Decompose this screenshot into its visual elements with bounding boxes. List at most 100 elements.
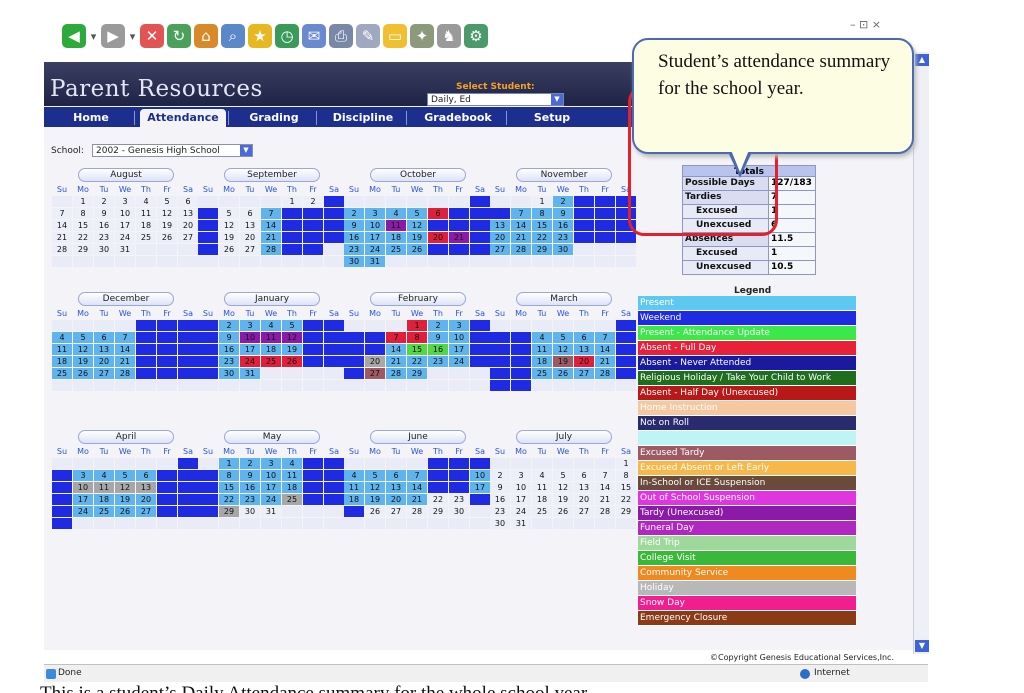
print-icon[interactable]: ⎙ bbox=[329, 24, 353, 48]
calendar-day: 1 bbox=[73, 196, 93, 207]
calendar-day: 5 bbox=[115, 470, 135, 481]
legend-item: Community Service bbox=[638, 566, 856, 581]
calendar-day: 4 bbox=[532, 332, 552, 343]
calendar-empty bbox=[136, 380, 156, 391]
tab-attendance[interactable]: Attendance bbox=[140, 109, 226, 127]
day-header: Th bbox=[579, 185, 589, 194]
month-button[interactable]: May bbox=[224, 430, 320, 444]
calendar-day: 3 bbox=[261, 458, 281, 469]
day-header: Sa bbox=[329, 447, 339, 456]
month-button[interactable]: April bbox=[78, 430, 174, 444]
day-header: We bbox=[118, 185, 132, 194]
month-button[interactable]: December bbox=[78, 292, 174, 306]
search-icon[interactable]: ⌕ bbox=[221, 24, 245, 48]
totals-value: 10.5 bbox=[769, 261, 816, 275]
calendar-day: 12 bbox=[219, 220, 239, 231]
calendar-day: 6 bbox=[303, 320, 323, 331]
back-dropdown-icon[interactable]: ▾ bbox=[89, 30, 98, 43]
calendar-empty bbox=[407, 256, 427, 267]
day-header: Mo bbox=[515, 309, 527, 318]
chevron-down-icon[interactable]: ▼ bbox=[551, 94, 563, 105]
day-header: Su bbox=[348, 447, 360, 456]
calendar-day: 29 bbox=[198, 368, 218, 379]
calendar-empty bbox=[240, 196, 260, 207]
calendar-day: 22 bbox=[407, 356, 427, 367]
calendar-day: 17 bbox=[261, 482, 281, 493]
calendar-empty bbox=[303, 506, 323, 517]
calendar-day: 7 bbox=[511, 208, 531, 219]
day-header: Tu bbox=[245, 309, 255, 318]
calendar-day: 9 bbox=[428, 332, 448, 343]
chevron-down-icon[interactable]: ▼ bbox=[240, 145, 252, 156]
calendar-day: 22 bbox=[428, 494, 448, 505]
tab-gradebook[interactable]: Gradebook bbox=[412, 109, 504, 127]
calendar-day: 7 bbox=[407, 470, 427, 481]
calendar-day: 15 bbox=[219, 482, 239, 493]
scroll-down-icon[interactable]: ▼ bbox=[915, 640, 929, 652]
calendar-day: 28 bbox=[261, 244, 281, 255]
calendar-empty bbox=[553, 458, 573, 469]
school-select[interactable]: 2002 - Genesis High School ▼ bbox=[92, 144, 253, 157]
favorites-icon[interactable]: ★ bbox=[248, 24, 272, 48]
select-student-value: Daily, Ed bbox=[431, 95, 471, 105]
calendar-day: 14 bbox=[449, 220, 469, 231]
calendar-day: 8 bbox=[198, 332, 218, 343]
calendar-empty bbox=[303, 380, 323, 391]
month-button[interactable]: July bbox=[516, 430, 612, 444]
back-icon[interactable]: ◀ bbox=[62, 24, 86, 48]
calendar-empty bbox=[261, 518, 281, 529]
research-icon[interactable]: ♞ bbox=[437, 24, 461, 48]
calendar-day: 26 bbox=[219, 244, 239, 255]
calendar-day: 23 bbox=[553, 232, 573, 243]
month-button[interactable]: November bbox=[516, 168, 612, 182]
calendar-day: 24 bbox=[324, 232, 344, 243]
messenger-icon[interactable]: ✦ bbox=[410, 24, 434, 48]
tab-home[interactable]: Home bbox=[52, 109, 130, 127]
calendar-empty bbox=[94, 518, 114, 529]
calendar-empty bbox=[428, 518, 448, 529]
calendar-empty bbox=[324, 244, 344, 255]
calendar-day: 31 bbox=[511, 518, 531, 529]
folder-icon[interactable]: ▭ bbox=[383, 24, 407, 48]
calendar-day: 21 bbox=[115, 356, 135, 367]
calendar-day: 6 bbox=[324, 458, 344, 469]
calendar-day: 16 bbox=[449, 482, 469, 493]
calendar-empty bbox=[386, 518, 406, 529]
month-button[interactable]: September bbox=[224, 168, 320, 182]
calendar-day: 27 bbox=[574, 506, 594, 517]
refresh-icon[interactable]: ↻ bbox=[167, 24, 191, 48]
calendar-empty bbox=[470, 506, 490, 517]
month-button[interactable]: January bbox=[224, 292, 320, 306]
calendar-empty bbox=[616, 518, 636, 529]
day-header: Tu bbox=[537, 447, 547, 456]
history-icon[interactable]: ◷ bbox=[275, 24, 299, 48]
window-controls[interactable]: – ⊡ × bbox=[850, 18, 881, 31]
forward-icon[interactable]: ▶ bbox=[101, 24, 125, 48]
calendar-day: 30 bbox=[52, 518, 72, 529]
day-of-week-header: Su Mo Tu We Th Fr Sa bbox=[198, 446, 344, 457]
calendar-day: 1 bbox=[198, 320, 218, 331]
home-icon[interactable]: ⌂ bbox=[194, 24, 218, 48]
forward-dropdown-icon[interactable]: ▾ bbox=[128, 30, 137, 43]
stop-icon[interactable]: ✕ bbox=[140, 24, 164, 48]
month-button[interactable]: August bbox=[78, 168, 174, 182]
month-button[interactable]: June bbox=[370, 430, 466, 444]
scroll-up-icon[interactable]: ▲ bbox=[915, 54, 929, 66]
month-button[interactable]: February bbox=[370, 292, 466, 306]
calendar-day: 22 bbox=[219, 494, 239, 505]
tab-discipline[interactable]: Discipline bbox=[322, 109, 404, 127]
calendar-day: 9 bbox=[157, 332, 177, 343]
calendar-day: 17 bbox=[115, 220, 135, 231]
scrollbar[interactable]: ▲ ▼ bbox=[913, 52, 929, 654]
month-button[interactable]: October bbox=[370, 168, 466, 182]
select-student-dropdown[interactable]: Daily, Ed ▼ bbox=[427, 93, 564, 106]
calendar-empty bbox=[324, 506, 344, 517]
tools-icon[interactable]: ⚙ bbox=[464, 24, 488, 48]
calendar-day: 14 bbox=[386, 344, 406, 355]
mail-icon[interactable]: ✉ bbox=[302, 24, 326, 48]
tab-setup[interactable]: Setup bbox=[512, 109, 592, 127]
month-button[interactable]: March bbox=[516, 292, 612, 306]
edit-icon[interactable]: ✎ bbox=[356, 24, 380, 48]
calendar-day: 12 bbox=[73, 344, 93, 355]
tab-grading[interactable]: Grading bbox=[234, 109, 314, 127]
